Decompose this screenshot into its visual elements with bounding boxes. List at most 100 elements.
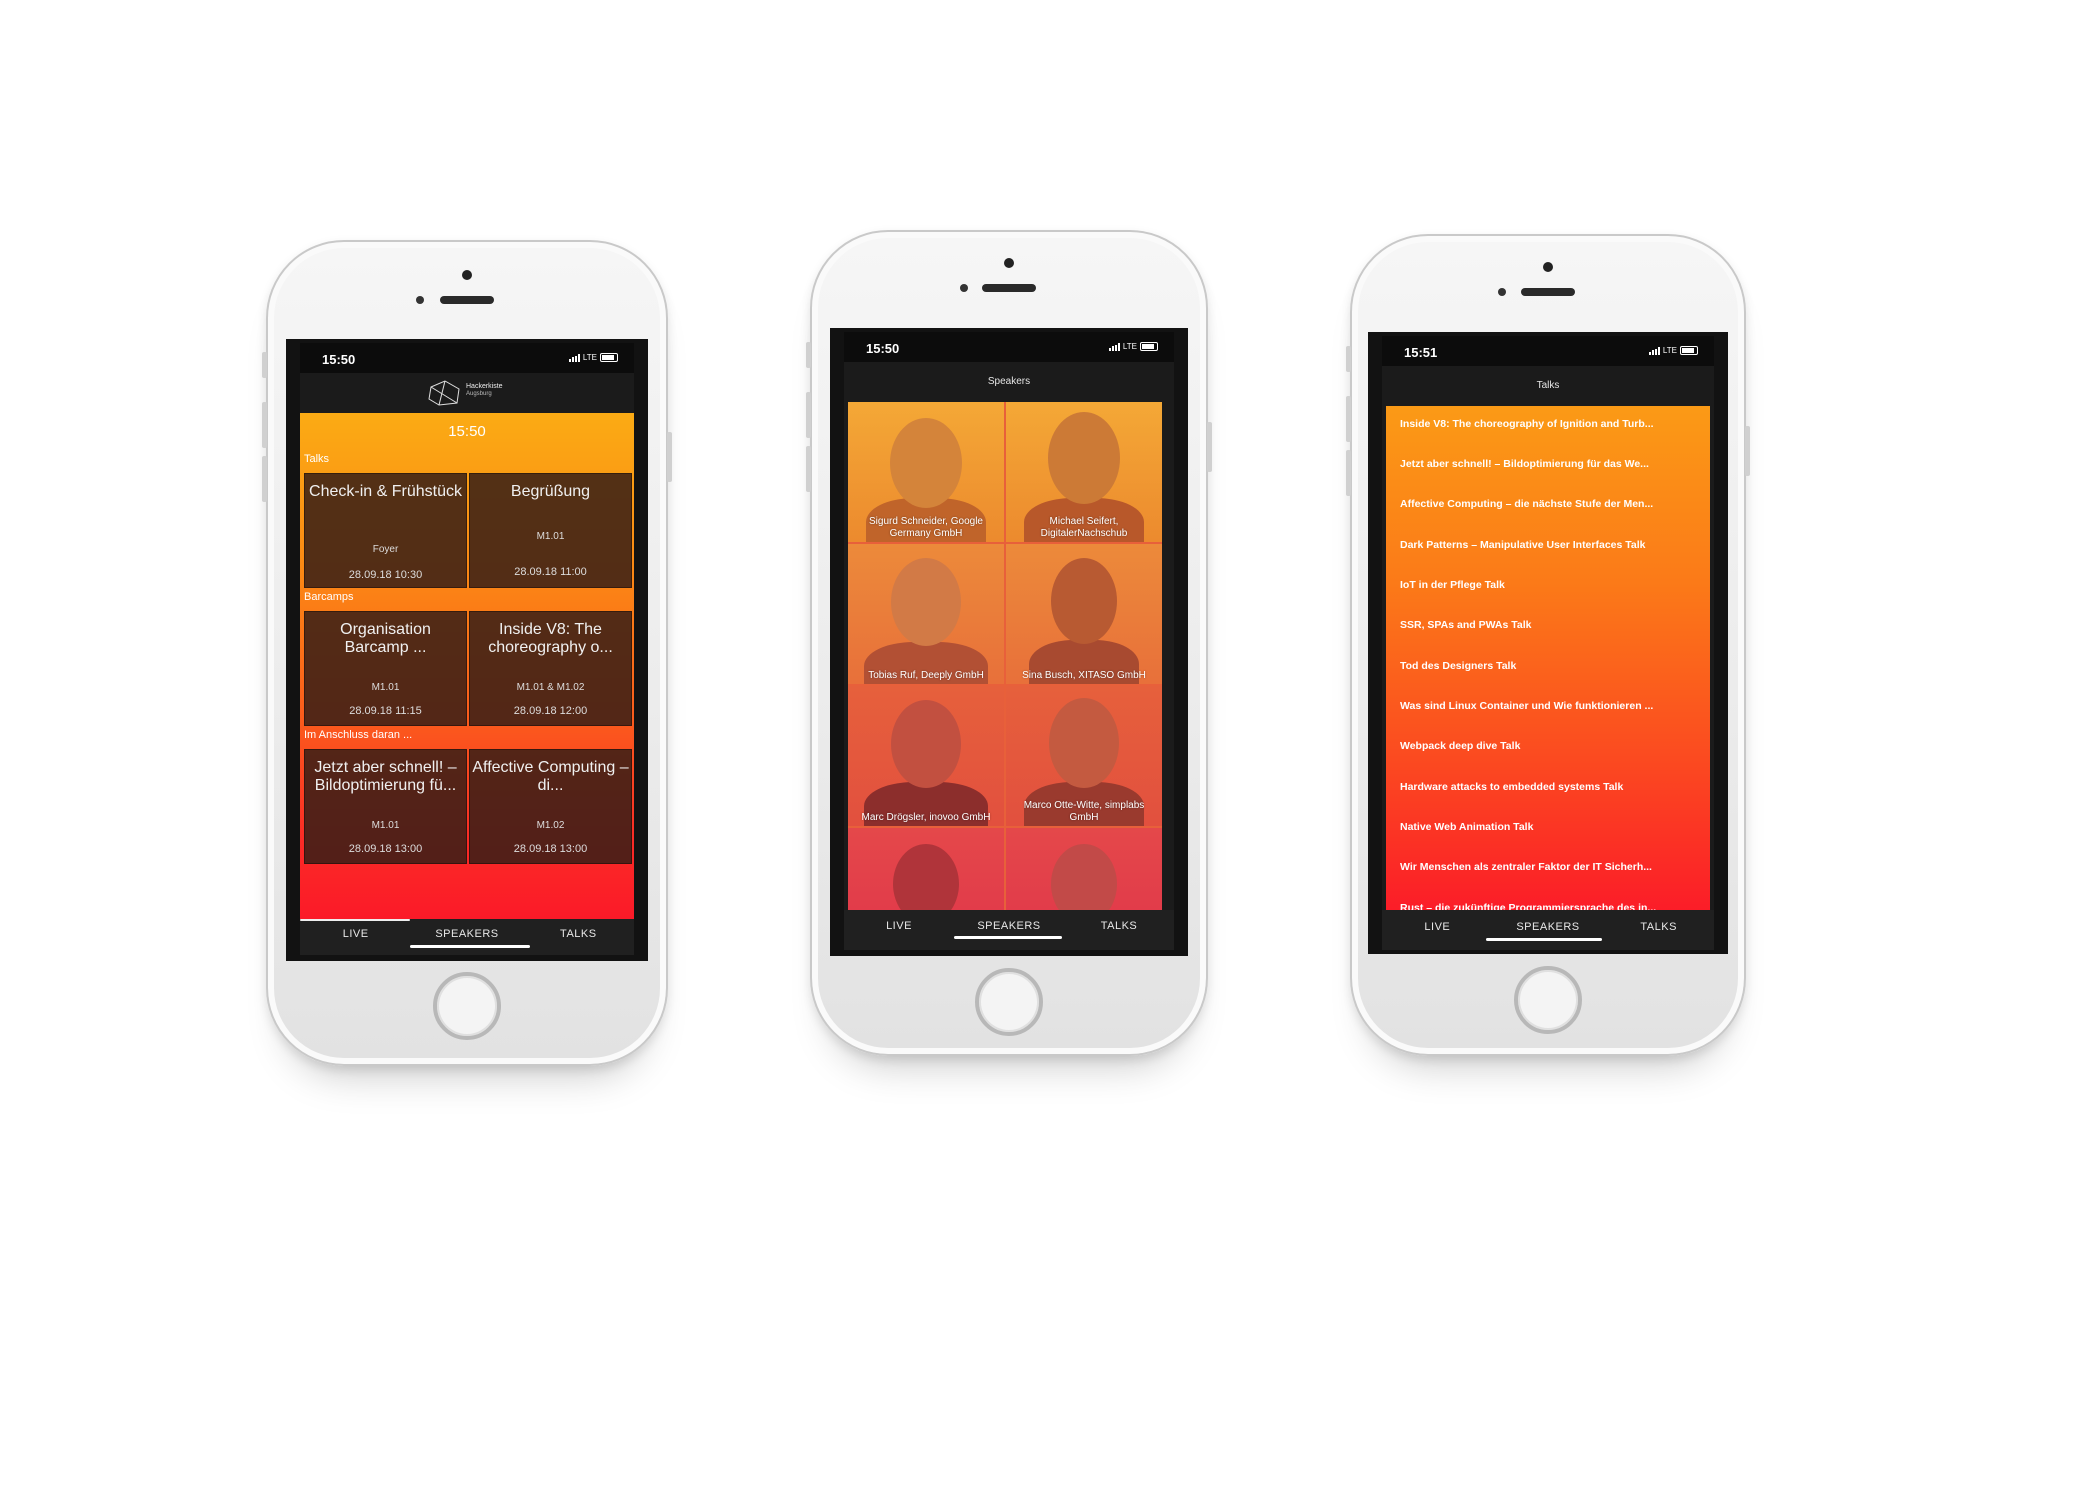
screen-bezel: 15:50 LTE Speakers Sigurd Schneider, Goo… bbox=[830, 328, 1188, 956]
app-screen: 15:51 LTE Talks Inside V8: The choreogra… bbox=[1382, 336, 1714, 950]
home-button[interactable] bbox=[1514, 966, 1582, 1034]
speaker-name: Tobias Ruf, Deeply GmbH bbox=[868, 670, 984, 681]
talk-list-item[interactable]: Jetzt aber schnell! – Bildoptimierung fü… bbox=[1400, 458, 1696, 470]
network-label: LTE bbox=[1662, 346, 1677, 355]
speaker-name: Michael Seifert, DigitalerNachschub bbox=[1040, 516, 1128, 539]
screen-bezel: 15:51 LTE Talks Inside V8: The choreogra… bbox=[1368, 332, 1728, 954]
talk-list-item[interactable]: SSR, SPAs and PWAs Talk bbox=[1400, 619, 1696, 631]
status-time: 15:51 bbox=[1404, 345, 1438, 360]
speaker-photo bbox=[1051, 844, 1117, 910]
speaker-tile[interactable] bbox=[848, 828, 1004, 910]
talk-list-item[interactable]: Wir Menschen als zentraler Faktor der IT… bbox=[1400, 861, 1696, 873]
speaker-name: Marco Otte-Witte, simplabs GmbH bbox=[1023, 800, 1145, 823]
app-screen: 15:50 LTE Speakers Sigurd Schneider, Goo… bbox=[844, 332, 1174, 950]
tab-live[interactable]: LIVE bbox=[844, 910, 954, 950]
speaker-photo bbox=[1048, 412, 1120, 504]
talk-list-item[interactable]: Native Web Animation Talk bbox=[1400, 821, 1696, 833]
speaker-photo bbox=[893, 844, 959, 910]
tab-speakers[interactable]: SPEAKERS bbox=[954, 910, 1064, 950]
status-indicators: LTE bbox=[1648, 346, 1698, 355]
tab-indicator bbox=[954, 936, 1062, 939]
signal-icon bbox=[1108, 342, 1120, 351]
speaker-tile[interactable]: Sina Busch, XITASO GmbH bbox=[1006, 544, 1162, 684]
talk-list-item[interactable]: Dark Patterns – Manipulative User Interf… bbox=[1400, 539, 1696, 551]
talk-list-item[interactable]: Inside V8: The choreography of Ignition … bbox=[1400, 418, 1696, 430]
card-title: Inside V8: The choreography o... bbox=[488, 621, 613, 656]
tab-talks[interactable]: TALKS bbox=[1064, 910, 1174, 950]
side-button bbox=[667, 432, 672, 482]
speaker-photo bbox=[1051, 558, 1117, 644]
tab-live[interactable]: LIVE bbox=[1382, 910, 1493, 950]
talk-card[interactable]: Begrüßung M1.01 28.09.18 11:00 bbox=[469, 473, 632, 588]
speaker-tile[interactable]: Marco Otte-Witte, simplabs GmbH bbox=[1006, 686, 1162, 826]
front-camera bbox=[462, 270, 472, 280]
talk-card[interactable]: Inside V8: The choreography o... M1.01 &… bbox=[469, 611, 632, 726]
tab-talks[interactable]: TALKS bbox=[1603, 910, 1714, 950]
speaker-tile[interactable]: Marc Drögsler, inovoo GmbH bbox=[848, 686, 1004, 826]
page-title: Talks bbox=[1536, 380, 1560, 391]
side-button bbox=[806, 392, 811, 438]
section-label-followup: Im Anschluss daran ... bbox=[304, 729, 413, 741]
live-feed[interactable]: 15:50 Talks Check-in & Frühstück Foyer 2… bbox=[300, 413, 634, 919]
card-room: Foyer bbox=[372, 544, 399, 555]
talk-card[interactable]: Jetzt aber schnell! – Bildoptimierung fü… bbox=[304, 749, 467, 864]
talk-list-item[interactable]: IoT in der Pflege Talk bbox=[1400, 579, 1696, 591]
page-title: Speakers bbox=[987, 376, 1031, 387]
talk-card[interactable]: Affective Computing – di... M1.02 28.09.… bbox=[469, 749, 632, 864]
status-bar: 15:51 LTE bbox=[1382, 336, 1714, 366]
tab-live[interactable]: LIVE bbox=[300, 919, 411, 955]
card-room: M1.01 & M1.02 bbox=[516, 682, 585, 693]
card-room: M1.01 bbox=[371, 820, 400, 831]
side-button bbox=[262, 352, 267, 378]
phone-live: 15:50 LTE Hackerkiste Augsburg 15:50 Tal… bbox=[262, 240, 672, 1066]
side-button bbox=[1745, 426, 1750, 476]
card-date: 28.09.18 11:00 bbox=[514, 566, 587, 578]
speaker-grid[interactable]: Sigurd Schneider, Google Germany GmbH Mi… bbox=[848, 402, 1162, 910]
tab-speakers[interactable]: SPEAKERS bbox=[411, 919, 522, 955]
speaker-tile[interactable] bbox=[1006, 828, 1162, 910]
proximity-sensor bbox=[1498, 288, 1506, 296]
card-room: M1.01 bbox=[371, 682, 400, 693]
earpiece-speaker bbox=[440, 296, 494, 304]
speaker-tile[interactable]: Michael Seifert, DigitalerNachschub bbox=[1006, 402, 1162, 542]
side-button bbox=[806, 342, 811, 368]
phone-speakers: 15:50 LTE Speakers Sigurd Schneider, Goo… bbox=[806, 230, 1212, 1056]
speaker-tile[interactable]: Sigurd Schneider, Google Germany GmbH bbox=[848, 402, 1004, 542]
talk-list-item[interactable]: Webpack deep dive Talk bbox=[1400, 740, 1696, 752]
card-title: Check-in & Frühstück bbox=[309, 483, 462, 500]
app-screen: 15:50 LTE Hackerkiste Augsburg 15:50 Tal… bbox=[300, 343, 634, 955]
front-camera bbox=[1004, 258, 1014, 268]
home-button[interactable] bbox=[433, 972, 501, 1040]
section-label-talks: Talks bbox=[304, 453, 330, 465]
front-camera bbox=[1543, 262, 1553, 272]
talk-list-item[interactable]: Rust – die zukünftige Programmiersprache… bbox=[1400, 902, 1696, 910]
talk-list-item[interactable]: Hardware attacks to embedded systems Tal… bbox=[1400, 781, 1696, 793]
hackerkiste-logo-icon bbox=[428, 380, 460, 406]
status-indicators: LTE bbox=[1108, 342, 1158, 351]
tab-talks[interactable]: TALKS bbox=[523, 919, 634, 955]
status-time: 15:50 bbox=[866, 341, 900, 356]
battery-icon bbox=[600, 353, 618, 362]
card-title: Jetzt aber schnell! – Bildoptimierung fü… bbox=[314, 759, 457, 794]
side-button bbox=[1346, 346, 1351, 372]
status-indicators: LTE bbox=[568, 353, 618, 362]
tab-speakers[interactable]: SPEAKERS bbox=[1493, 910, 1604, 950]
talk-card[interactable]: Organisation Barcamp ... M1.01 28.09.18 … bbox=[304, 611, 467, 726]
status-time: 15:50 bbox=[322, 352, 356, 367]
card-room: M1.02 bbox=[536, 820, 565, 831]
tab-bar: LIVE SPEAKERS TALKS bbox=[844, 910, 1174, 950]
side-button bbox=[262, 402, 267, 448]
talk-card[interactable]: Check-in & Frühstück Foyer 28.09.18 10:3… bbox=[304, 473, 467, 588]
card-room: M1.01 bbox=[536, 531, 565, 542]
speaker-name: Sigurd Schneider, Google Germany GmbH bbox=[869, 516, 983, 539]
header-logo: Hackerkiste Augsburg bbox=[300, 377, 634, 409]
talk-list-item[interactable]: Was sind Linux Container und Wie funktio… bbox=[1400, 700, 1696, 712]
talk-list-item[interactable]: Affective Computing – die nächste Stufe … bbox=[1400, 498, 1696, 510]
home-button[interactable] bbox=[975, 968, 1043, 1036]
speaker-tile[interactable]: Tobias Ruf, Deeply GmbH bbox=[848, 544, 1004, 684]
talk-list-item[interactable]: Tod des Designers Talk bbox=[1400, 660, 1696, 672]
card-title: Begrüßung bbox=[510, 483, 591, 500]
talk-list[interactable]: Inside V8: The choreography of Ignition … bbox=[1386, 406, 1710, 910]
card-date: 28.09.18 11:15 bbox=[349, 705, 422, 717]
proximity-sensor bbox=[960, 284, 968, 292]
